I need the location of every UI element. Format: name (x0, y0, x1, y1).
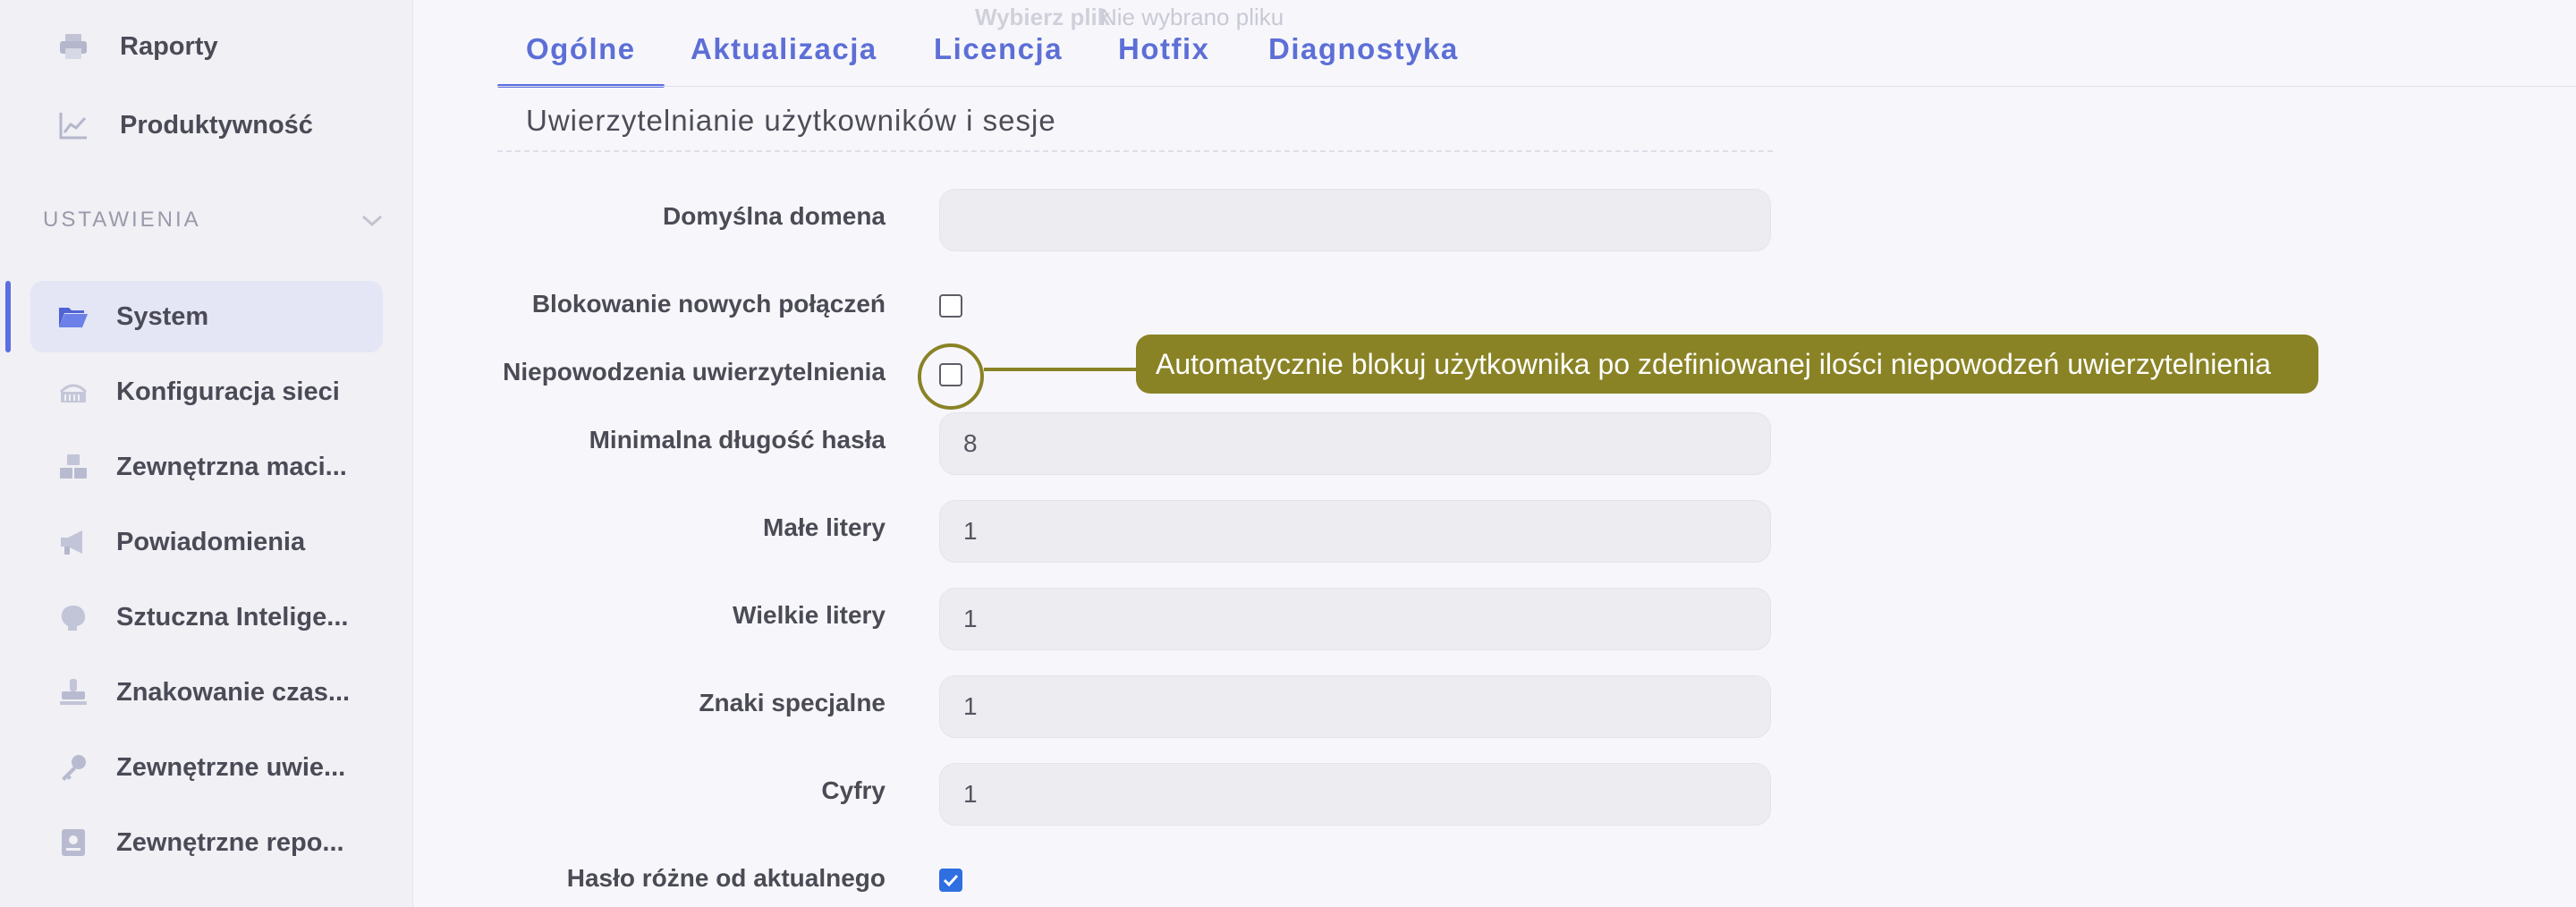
choose-file-button: Wybierz plik (975, 4, 1111, 30)
section-divider (497, 150, 1773, 152)
tooltip: Automatycznie blokuj użytkownika po zdef… (1136, 335, 2318, 394)
sidebar-item-label: Zewnętrzna maci... (116, 452, 347, 481)
special-chars-input[interactable] (939, 675, 1771, 738)
sidebar-item-productivity[interactable]: Produktywność (30, 89, 383, 161)
sidebar-item-label: Zewnętrzne uwie... (116, 752, 346, 782)
sidebar-item-network[interactable]: Konfiguracja sieci (30, 356, 383, 428)
digits-label: Cyfry (821, 776, 886, 804)
sidebar-item-label: System (116, 301, 209, 331)
min-password-length-input[interactable] (939, 412, 1771, 475)
tab-license[interactable]: Licencja (934, 32, 1063, 88)
network-icon (57, 376, 89, 408)
sidebar-item-external-repo[interactable]: Zewnętrzne repo... (30, 807, 383, 878)
sidebar-item-label: Produktywność (120, 110, 313, 140)
special-chars-label: Znaki specjalne (699, 689, 886, 716)
tab-diagnostics[interactable]: Diagnostyka (1268, 32, 1459, 88)
uppercase-label: Wielkie litery (733, 601, 886, 629)
uppercase-input[interactable] (939, 588, 1771, 650)
boxes-icon (57, 451, 89, 483)
lowercase-input[interactable] (939, 500, 1771, 563)
tab-hotfix[interactable]: Hotfix (1118, 32, 1210, 88)
sidebar-item-system[interactable]: System (30, 281, 383, 352)
block-new-connections-label: Blokowanie nowych połączeń (531, 290, 886, 318)
repository-icon (57, 826, 89, 859)
auth-failures-label: Niepowodzenia uwierzytelnienia (503, 358, 886, 386)
digits-input[interactable] (939, 763, 1771, 826)
stamp-icon (57, 676, 89, 708)
sidebar-item-reports[interactable]: Raporty (30, 11, 383, 82)
sidebar-item-label: Konfiguracja sieci (116, 377, 340, 406)
sidebar-item-label: Zewnętrzne repo... (116, 827, 344, 857)
default-domain-label: Domyślna domena (663, 202, 886, 230)
sidebar-item-notifications[interactable]: Powiadomienia (30, 506, 383, 578)
password-differs-checkbox[interactable] (939, 869, 962, 892)
chevron-down-icon[interactable] (360, 211, 385, 229)
sidebar-item-timestamping[interactable]: Znakowanie czas... (30, 657, 383, 728)
active-indicator (5, 281, 11, 352)
sidebar-item-label: Sztuczna Intelige... (116, 602, 349, 632)
tab-general[interactable]: Ogólne (497, 32, 665, 88)
tab-update[interactable]: Aktualizacja (691, 32, 877, 88)
settings-section-heading: USTAWIENIA (43, 208, 201, 232)
block-new-connections-checkbox[interactable] (939, 294, 962, 318)
sidebar: Raporty Produktywność USTAWIENIA System … (0, 0, 413, 907)
password-differs-label: Hasło różne od aktualnego (566, 864, 886, 892)
min-password-length-label: Minimalna długość hasła (589, 426, 886, 454)
sidebar-item-label: Znakowanie czas... (116, 677, 351, 707)
folder-icon (57, 301, 89, 333)
highlight-ring (918, 343, 984, 410)
lowercase-label: Małe litery (763, 513, 886, 541)
megaphone-icon (57, 526, 89, 558)
chart-icon (57, 109, 89, 141)
highlight-connector (984, 368, 1138, 371)
sidebar-item-ai[interactable]: Sztuczna Intelige... (30, 581, 383, 653)
checkmark-icon (943, 874, 959, 887)
sidebar-item-label: Raporty (120, 31, 218, 61)
sidebar-item-label: Powiadomienia (116, 527, 306, 556)
sidebar-item-external-auth[interactable]: Zewnętrzne uwie... (30, 732, 383, 803)
default-domain-input[interactable] (939, 189, 1771, 251)
printer-icon (57, 30, 89, 63)
section-title: Uwierzytelnianie użytkowników i sesje (526, 104, 1056, 137)
no-file-text: Nie wybrano pliku (1100, 4, 1284, 30)
tabs-divider (497, 86, 2576, 87)
brain-icon (57, 601, 89, 633)
key-icon (57, 751, 89, 784)
sidebar-item-external-matrix[interactable]: Zewnętrzna maci... (30, 431, 383, 503)
